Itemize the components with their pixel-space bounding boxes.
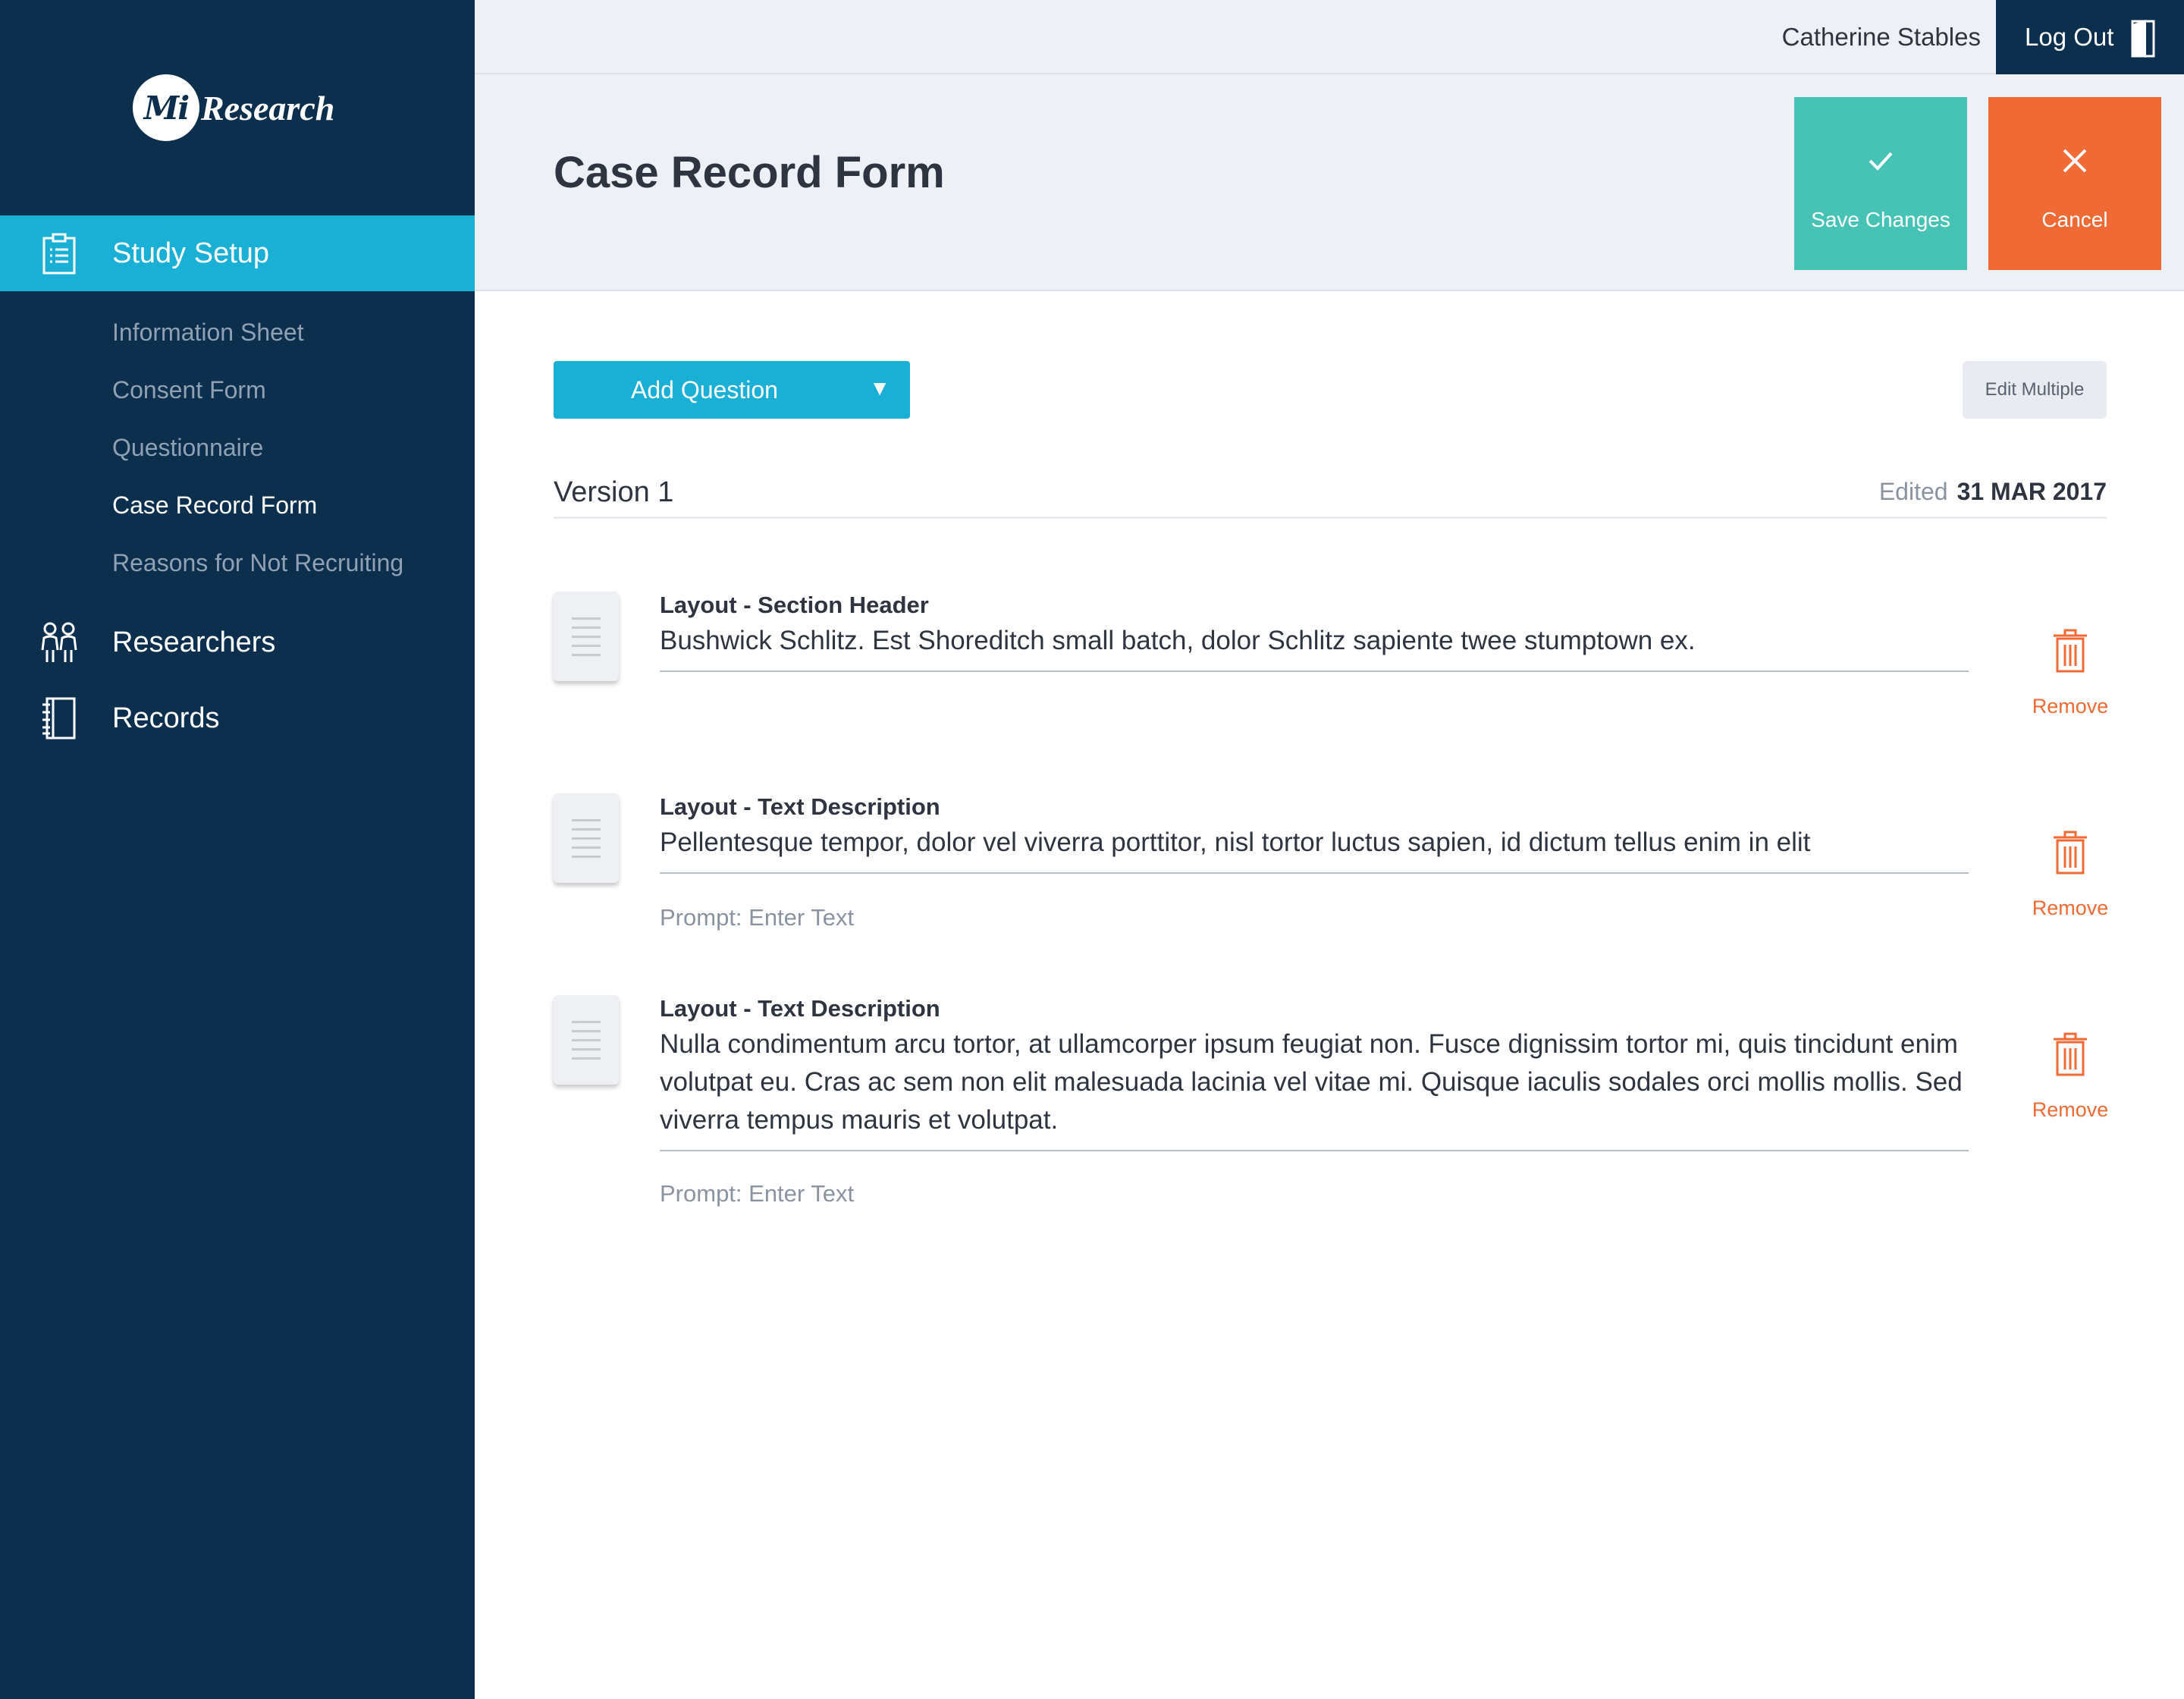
question-prompt[interactable]: Prompt: Enter Text xyxy=(660,1180,854,1208)
sidebar: Mi Research Study Setup Information Shee… xyxy=(0,0,475,1699)
question-type: Layout - Text Description xyxy=(660,793,940,820)
sidebar-item-label: Study Setup xyxy=(112,237,270,269)
trash-icon xyxy=(2054,629,2087,673)
sidebar-item-label: Researchers xyxy=(112,626,276,658)
user-name[interactable]: Catherine Stables xyxy=(1782,23,1981,52)
close-icon xyxy=(2063,149,2087,173)
question-text-field[interactable]: Pellentesque tempor, dolor vel viverra p… xyxy=(660,824,1969,874)
cancel-label: Cancel xyxy=(2041,208,2108,231)
logo-text: Research xyxy=(201,88,335,127)
notebook-icon xyxy=(42,697,76,740)
door-icon xyxy=(2131,20,2155,58)
drag-handle-icon[interactable] xyxy=(554,592,619,681)
question-prompt[interactable]: Prompt: Enter Text xyxy=(660,904,854,931)
page-title: Case Record Form xyxy=(554,148,945,197)
logout-button[interactable]: Log Out xyxy=(1996,0,2184,76)
logout-label: Log Out xyxy=(2025,23,2114,51)
sidebar-item-study-setup[interactable]: Study Setup xyxy=(0,215,475,291)
drag-handle-icon[interactable] xyxy=(554,793,619,883)
add-question-button[interactable]: Add Question ▼ xyxy=(554,361,910,419)
remove-button[interactable]: Remove xyxy=(2025,1032,2116,1122)
study-setup-subnav: Information Sheet Consent Form Questionn… xyxy=(112,314,403,602)
subnav-information-sheet[interactable]: Information Sheet xyxy=(112,314,403,372)
sidebar-item-label: Records xyxy=(112,702,220,734)
remove-button[interactable]: Remove xyxy=(2025,830,2116,920)
question-text-field[interactable]: Bushwick Schlitz. Est Shoreditch small b… xyxy=(660,622,1969,672)
cancel-button[interactable]: Cancel xyxy=(1988,97,2161,270)
sidebar-item-researchers[interactable]: Researchers xyxy=(0,608,475,677)
people-icon xyxy=(41,622,77,662)
add-question-label: Add Question xyxy=(631,376,778,404)
edited-date: 31 MAR 2017 xyxy=(1956,478,2107,505)
remove-label: Remove xyxy=(2032,897,2109,919)
logo-mark: Mi xyxy=(133,74,199,141)
question-type: Layout - Text Description xyxy=(660,995,940,1022)
trash-icon xyxy=(2054,1032,2087,1076)
top-bar: Catherine Stables Log Out xyxy=(475,0,2184,76)
edited-label: Edited xyxy=(1878,478,1948,505)
trash-icon xyxy=(2054,831,2087,875)
clipboard-icon xyxy=(42,233,76,275)
subnav-reasons-not-recruiting[interactable]: Reasons for Not Recruiting xyxy=(112,545,403,602)
edit-multiple-button[interactable]: Edit Multiple xyxy=(1963,361,2107,419)
question-type: Layout - Section Header xyxy=(660,592,929,618)
subnav-consent-form[interactable]: Consent Form xyxy=(112,372,403,429)
sidebar-item-records[interactable]: Records xyxy=(0,684,475,752)
version-row: Version 1 Edited 31 MAR 2017 xyxy=(554,476,2107,519)
subnav-case-record-form[interactable]: Case Record Form xyxy=(112,487,403,545)
remove-label: Remove xyxy=(2032,1098,2109,1121)
logo[interactable]: Mi Research xyxy=(133,74,334,141)
remove-label: Remove xyxy=(2032,695,2109,718)
drag-handle-icon[interactable] xyxy=(554,995,619,1085)
subnav-questionnaire[interactable]: Questionnaire xyxy=(112,429,403,487)
question-text-field[interactable]: Nulla condimentum arcu tortor, at ullamc… xyxy=(660,1025,1969,1151)
check-icon xyxy=(1869,152,1893,171)
save-changes-button[interactable]: Save Changes xyxy=(1794,97,1967,270)
page-header: Case Record Form Save Changes Cancel xyxy=(475,74,2184,291)
caret-down-icon: ▼ xyxy=(869,376,890,400)
save-changes-label: Save Changes xyxy=(1811,208,1950,231)
edited-info: Edited 31 MAR 2017 xyxy=(1879,478,2107,506)
remove-button[interactable]: Remove xyxy=(2025,628,2116,718)
version-label: Version 1 xyxy=(554,476,674,508)
